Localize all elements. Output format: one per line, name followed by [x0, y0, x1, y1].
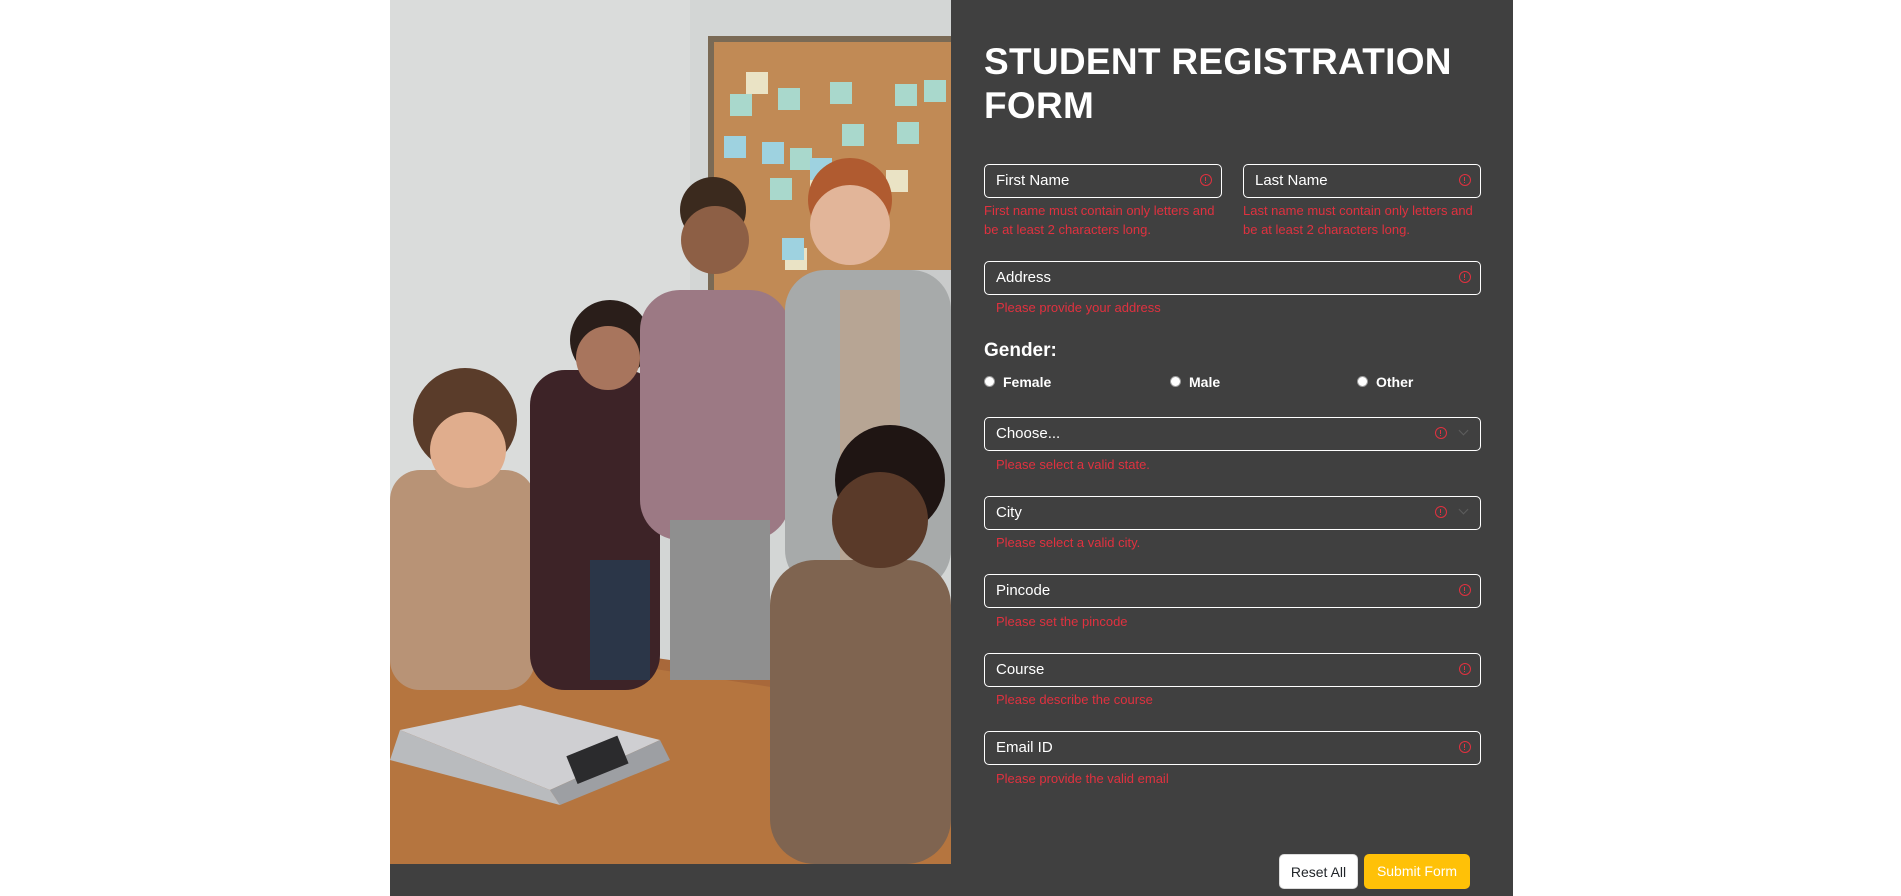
last-name-placeholder: Last Name — [1255, 172, 1328, 189]
course-error: Please describe the course — [996, 692, 1153, 707]
address-error: Please provide your address — [996, 300, 1161, 315]
last-name-error: Last name must contain only letters and … — [1243, 203, 1473, 237]
students-photo — [390, 0, 951, 864]
email-error: Please provide the valid email — [996, 771, 1169, 786]
pincode-placeholder: Pincode — [996, 582, 1051, 599]
pincode-input[interactable]: Pincode — [984, 574, 1481, 608]
city-selected-value: City — [996, 504, 1022, 521]
chevron-down-icon — [1458, 425, 1469, 436]
error-icon — [1459, 741, 1471, 753]
error-icon — [1200, 174, 1212, 186]
female-radio[interactable] — [984, 376, 995, 387]
address-input[interactable]: Address — [984, 261, 1481, 295]
error-icon — [1435, 506, 1447, 518]
city-error: Please select a valid city. — [996, 535, 1141, 550]
male-radio[interactable] — [1170, 376, 1181, 387]
address-placeholder: Address — [996, 269, 1052, 286]
gender-label: Gender: — [984, 340, 1057, 361]
pincode-error: Please set the pincode — [996, 614, 1128, 629]
first-name-input[interactable]: First Name — [984, 164, 1222, 198]
email-input[interactable]: Email ID — [984, 731, 1481, 765]
first-name-placeholder: First Name — [996, 172, 1070, 189]
female-label: Female — [1003, 374, 1052, 390]
error-icon — [1459, 174, 1471, 186]
error-icon — [1435, 427, 1447, 439]
other-label: Other — [1376, 374, 1414, 390]
form-title: STUDENT REGISTRATION FORM — [984, 41, 1452, 126]
city-select[interactable]: City — [984, 496, 1481, 530]
registration-form: STUDENT REGISTRATION FORM First Name Fir… — [984, 0, 1484, 896]
other-radio[interactable] — [1357, 376, 1368, 387]
reset-all-button[interactable]: Reset All — [1279, 854, 1358, 889]
state-selected-value: Choose... — [996, 425, 1061, 442]
state-error: Please select a valid state. — [996, 457, 1150, 472]
error-icon — [1459, 663, 1471, 675]
male-label: Male — [1189, 374, 1221, 390]
state-select[interactable]: Choose... — [984, 417, 1481, 451]
course-placeholder: Course — [996, 661, 1045, 678]
error-icon — [1459, 271, 1471, 283]
error-icon — [1459, 584, 1471, 596]
registration-card: STUDENT REGISTRATION FORM First Name Fir… — [390, 0, 1513, 896]
submit-form-button[interactable]: Submit Form — [1364, 854, 1470, 889]
chevron-down-icon — [1458, 504, 1469, 515]
last-name-input[interactable]: Last Name — [1243, 164, 1481, 198]
first-name-error: First name must contain only letters and… — [984, 203, 1215, 237]
email-placeholder: Email ID — [996, 739, 1053, 756]
course-input[interactable]: Course — [984, 653, 1481, 687]
